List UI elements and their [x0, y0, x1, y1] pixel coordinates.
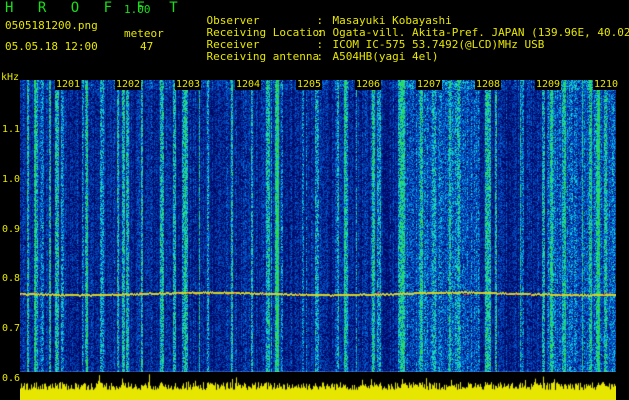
datetime-label: 05.05.18 12:00 [5, 40, 98, 53]
hroffft-window: H R O F F T 1.00 0505181200.png 05.05.18… [0, 0, 629, 400]
y-tick-label: 1.0 [2, 174, 21, 185]
y-tick-label: 1.1 [2, 124, 21, 135]
app-name: H R O F F T [5, 0, 186, 16]
x-tick-label: 1208 [475, 79, 502, 90]
info-value: A504HB(yagi 4el) [332, 50, 439, 63]
y-tick-label: 0.8 [2, 273, 21, 284]
app-version: 1.00 [124, 3, 151, 16]
x-tick-label: 1204 [235, 79, 262, 90]
x-tick-label: 1203 [175, 79, 202, 90]
filename-label: 0505181200.png [5, 19, 98, 32]
y-axis-unit: kHz [1, 72, 20, 83]
spectrogram-canvas [20, 80, 616, 382]
meteor-count: 47 [140, 40, 154, 53]
info-row-antenna: Receiving antenna: A504HB(yagi 4el) [206, 50, 439, 63]
spectrogram [20, 80, 616, 382]
y-tick-label: 0.7 [2, 323, 21, 334]
x-tick-label: 1209 [535, 79, 562, 90]
y-tick-label: 0.6 [2, 373, 21, 384]
x-tick-label: 1201 [55, 79, 82, 90]
x-tick-label: 1207 [416, 79, 443, 90]
signal-histogram [20, 372, 616, 400]
info-label: Receiving antenna [206, 50, 320, 63]
x-tick-label: 1206 [355, 79, 382, 90]
x-tick-label: 1210 [593, 79, 620, 90]
x-tick-label: 1202 [115, 79, 142, 90]
meteor-label: meteor [124, 27, 164, 40]
x-tick-label: 1205 [296, 79, 323, 90]
y-tick-label: 0.9 [2, 224, 21, 235]
